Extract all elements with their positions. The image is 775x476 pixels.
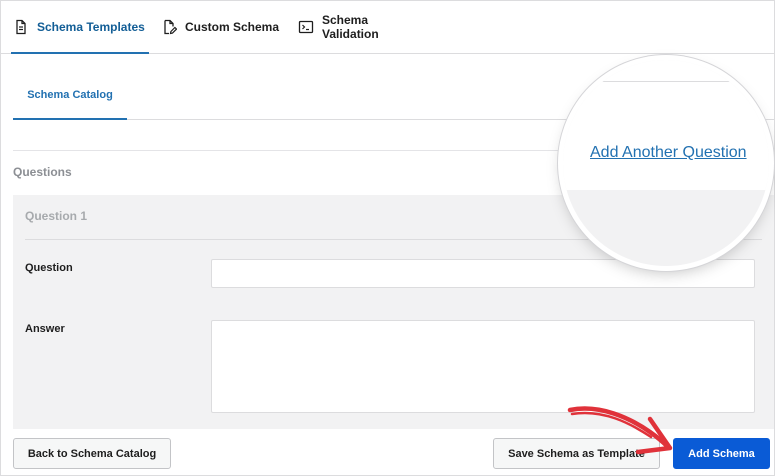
save-schema-as-template-button[interactable]: Save Schema as Template — [493, 438, 660, 469]
document-icon — [13, 19, 29, 35]
top-tab-bar: Schema Templates Custom Schema Schema Va… — [1, 1, 774, 54]
active-tab-indicator — [13, 118, 127, 120]
answer-textarea[interactable] — [211, 320, 755, 413]
answer-label: Answer — [25, 323, 65, 335]
add-another-question-link[interactable]: Add Another Question — [590, 144, 747, 162]
question-title: Question 1 — [25, 209, 88, 223]
tab-schema-validation[interactable]: Schema Validation — [298, 1, 428, 53]
magnified-background — [563, 60, 769, 190]
question-label: Question — [25, 262, 73, 274]
terminal-icon — [298, 19, 314, 35]
tab-label: Schema Catalog — [27, 89, 113, 101]
tab-label: Custom Schema — [185, 20, 280, 34]
edit-document-icon — [161, 19, 177, 35]
back-to-schema-catalog-button[interactable]: Back to Schema Catalog — [13, 438, 171, 469]
tab-schema-templates[interactable]: Schema Templates — [11, 1, 149, 54]
magnifier-callout: Add Another Question — [563, 60, 769, 266]
magnified-divider — [563, 81, 769, 82]
active-tab-indicator — [11, 52, 149, 54]
add-schema-button[interactable]: Add Schema — [673, 438, 770, 469]
tab-custom-schema[interactable]: Custom Schema — [161, 1, 281, 53]
tab-label: Schema Templates — [37, 20, 145, 34]
tab-label: Schema Validation — [322, 13, 379, 41]
tab-schema-catalog[interactable]: Schema Catalog — [13, 71, 127, 120]
section-title-questions: Questions — [13, 165, 72, 179]
